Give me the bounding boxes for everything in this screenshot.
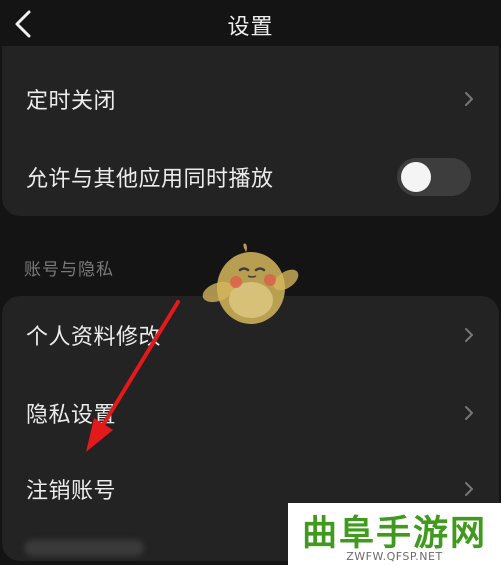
mascot-watermark-icon [202,243,299,324]
site-watermark: 曲阜手游网 ZWFW.QFSP.NET [288,503,501,565]
chevron-right-icon [465,328,473,342]
chevron-right-icon [465,92,473,106]
settings-row-privacy[interactable]: 隐私设置 [2,378,499,448]
settings-row-timer-close[interactable]: 定时关闭 [2,64,499,134]
chevron-right-icon [465,406,473,420]
playback-settings-card: 定时关闭 允许与其他应用同时播放 [2,46,499,216]
blurred-item [24,540,144,556]
watermark-title: 曲阜手游网 [301,513,487,554]
row-label: 隐私设置 [26,403,117,428]
row-label: 允许与其他应用同时播放 [26,167,274,192]
toggle-knob [401,162,431,192]
row-label: 注销账号 [26,479,117,504]
settings-row-mix-playback: 允许与其他应用同时播放 [2,142,499,212]
watermark-url: ZWFW.QFSP.NET [346,550,443,563]
mix-playback-toggle[interactable] [397,158,471,196]
chevron-right-icon [465,482,473,496]
top-bar: 设置 [0,0,501,50]
page-title: 设置 [227,15,274,40]
row-label: 定时关闭 [26,89,117,114]
section-title-account-privacy: 账号与隐私 [24,260,114,280]
row-label: 个人资料修改 [26,325,162,350]
